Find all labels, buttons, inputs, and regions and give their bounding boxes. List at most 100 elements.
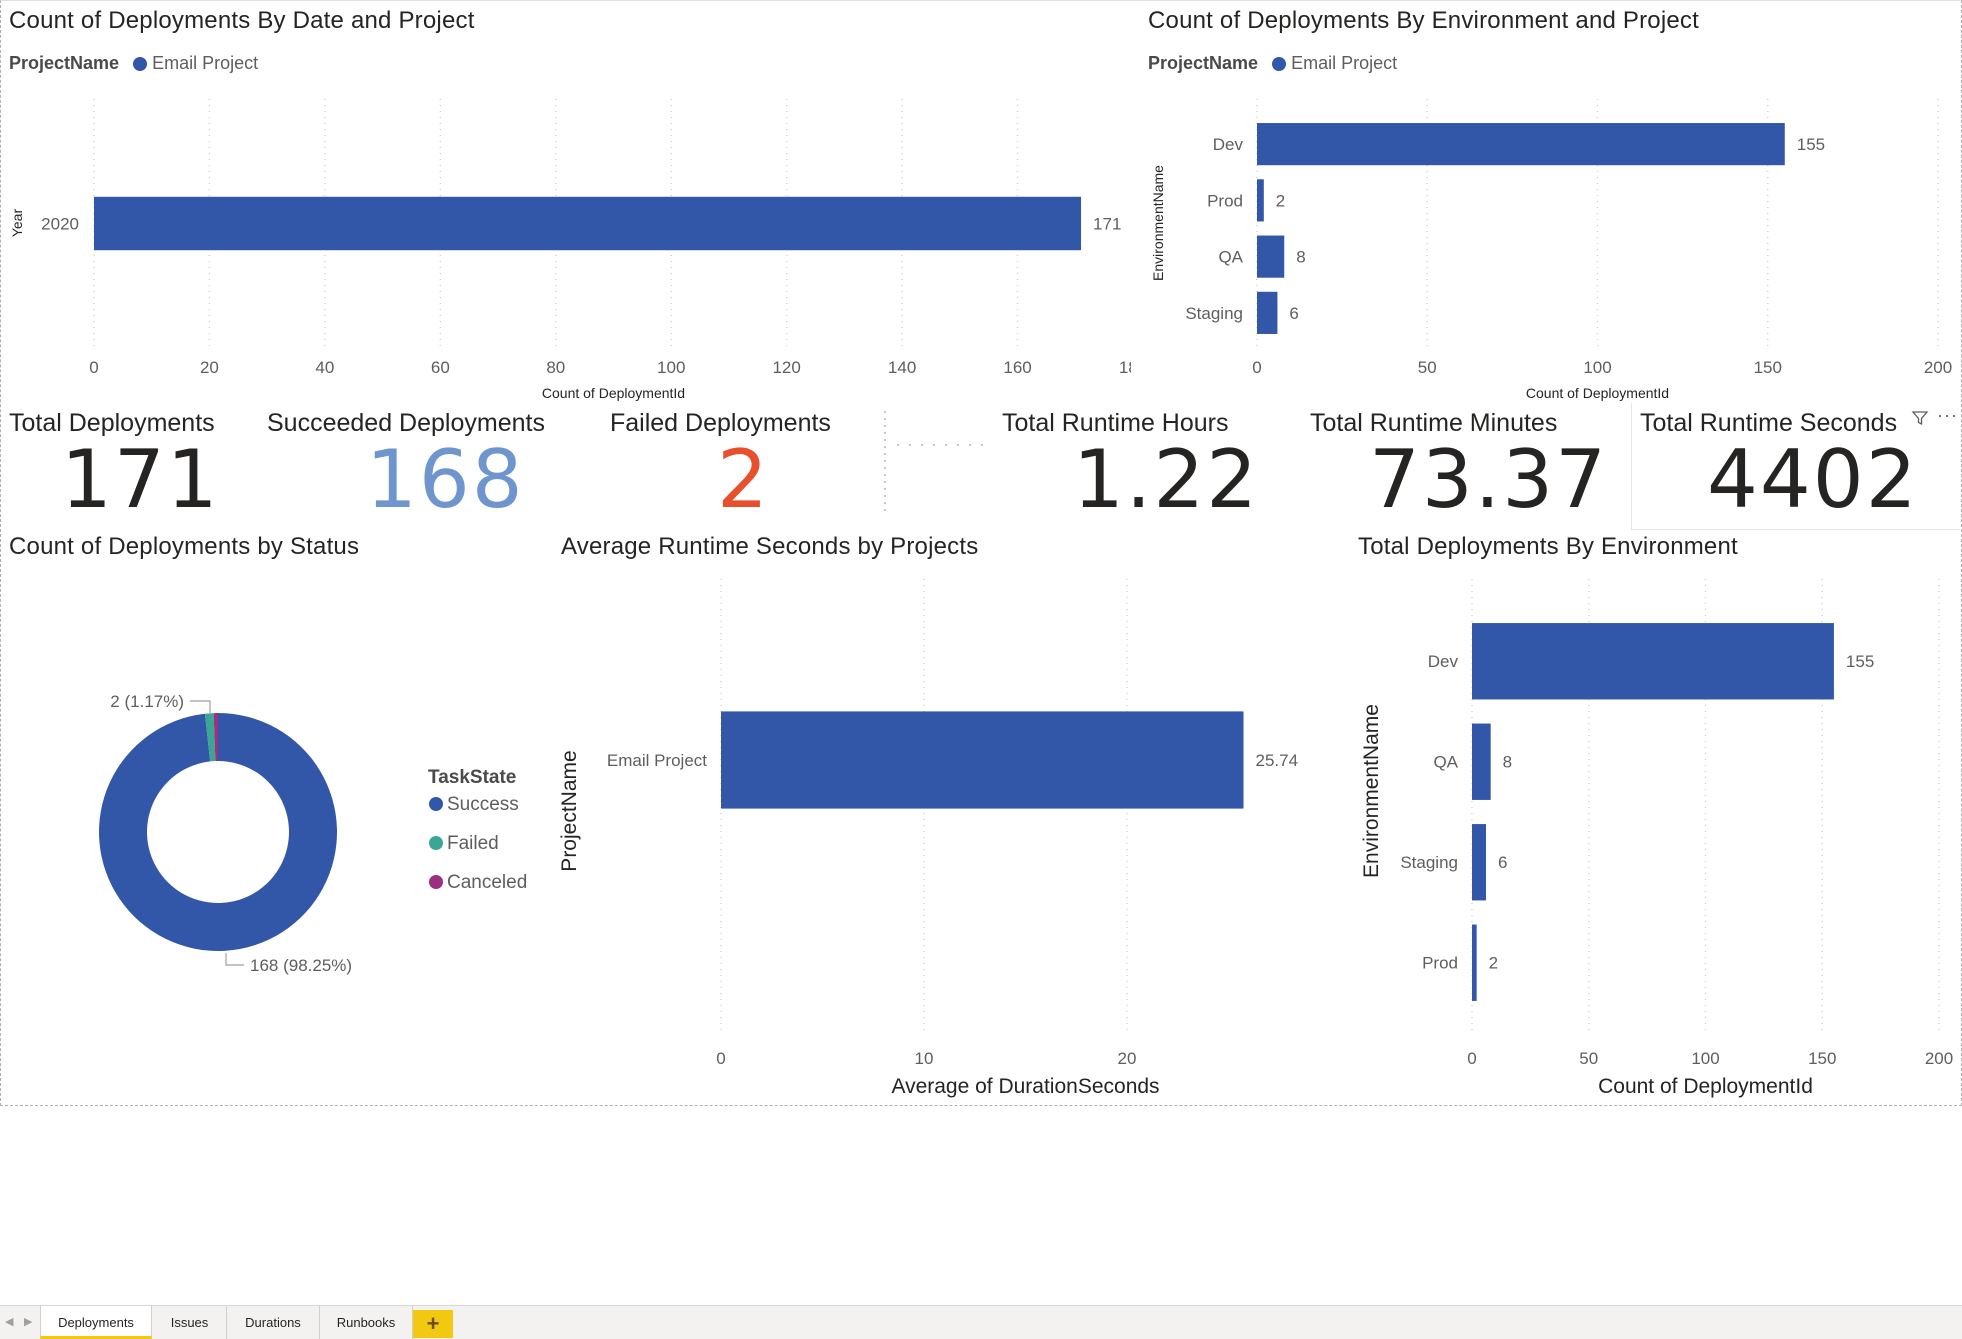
data-label: 2: [1276, 191, 1285, 210]
card-value-total-runtime-minutes: 73.37: [1369, 433, 1608, 526]
card-value-failed-deployments: 2: [717, 433, 770, 526]
tab-deployments[interactable]: Deployments: [40, 1306, 152, 1339]
x-tick-label: 120: [772, 358, 800, 377]
bar: [1472, 824, 1486, 900]
x-tick-label: 80: [546, 358, 565, 377]
category-label: Prod: [1207, 191, 1243, 210]
add-page-button[interactable]: +: [413, 1310, 453, 1338]
bar: [721, 711, 1244, 808]
x-tick-label: 200: [1925, 1049, 1953, 1068]
legend-item-email-project[interactable]: Email Project: [1291, 53, 1397, 74]
category-label: Dev: [1213, 135, 1244, 154]
scroll-right-icon[interactable]: ▶: [24, 1306, 32, 1339]
y-axis-title: ProjectName: [558, 750, 581, 871]
x-tick-label: 50: [1418, 358, 1437, 377]
legend-title: ProjectName: [9, 53, 119, 74]
chart-title-env-project: Count of Deployments By Environment and …: [1148, 7, 1699, 35]
x-tick-label: 50: [1579, 1049, 1598, 1068]
data-label: 25.74: [1256, 751, 1299, 770]
category-label: Staging: [1185, 304, 1243, 323]
x-axis-title: Average of DurationSeconds: [891, 1075, 1159, 1098]
donut-chart-status[interactable]: 2 (1.17%) 168 (98.25%) TaskState Success Fai…: [1, 571, 551, 991]
x-tick-label: 0: [89, 358, 98, 377]
leader-line: [226, 953, 244, 965]
x-tick-label: 20: [1118, 1049, 1137, 1068]
x-tick-label: 100: [1691, 1049, 1719, 1068]
data-label-success: 168 (98.25%): [250, 956, 352, 975]
x-tick-label: 140: [888, 358, 916, 377]
data-label-failed: 2 (1.17%): [110, 692, 184, 711]
x-tick-label: 100: [1583, 358, 1611, 377]
category-label: QA: [1218, 248, 1243, 267]
legend-item-canceled[interactable]: Canceled: [447, 872, 527, 893]
y-axis-title: EnvironmentName: [1360, 704, 1383, 878]
category-label: 2020: [41, 214, 79, 233]
x-axis-title: Count of DeploymentId: [1598, 1075, 1813, 1098]
leader-line: [190, 701, 210, 713]
bar-chart-total-env[interactable]: 050100150200Dev155QA8Staging6Prod2Count …: [1351, 571, 1961, 1106]
filter-icon[interactable]: [1911, 409, 1929, 432]
x-tick-label: 0: [716, 1049, 725, 1068]
card-value-total-runtime-hours: 1.22: [1073, 433, 1259, 526]
dotted-separator: [881, 401, 991, 521]
chart-title-total-env: Total Deployments By Environment: [1358, 533, 1738, 561]
legend-env-project: ProjectName Email Project: [1148, 53, 1397, 74]
category-label: Staging: [1400, 853, 1458, 872]
report-canvas: Count of Deployments By Date and Project…: [0, 0, 1962, 1106]
legend-item-success[interactable]: Success: [447, 794, 519, 815]
bar-chart-env-project[interactable]: 050100150200Dev155Prod2QA8Staging6Count …: [1141, 91, 1961, 406]
category-label: Email Project: [607, 751, 707, 770]
bar-chart-date-project[interactable]: 0204060801001201401601802020171Count of …: [1, 91, 1131, 406]
data-label: 6: [1289, 304, 1298, 323]
x-tick-label: 150: [1808, 1049, 1836, 1068]
chart-title-status: Count of Deployments by Status: [9, 533, 359, 561]
x-tick-label: 0: [1467, 1049, 1476, 1068]
legend-title: TaskState: [428, 767, 516, 788]
category-label: QA: [1433, 753, 1458, 772]
x-tick-label: 100: [657, 358, 685, 377]
page-tab-bar: ◀ ▶ Deployments Issues Durations Runbook…: [0, 1305, 1962, 1339]
scroll-left-icon[interactable]: ◀: [5, 1306, 13, 1339]
x-tick-label: 40: [315, 358, 334, 377]
x-tick-label: 10: [915, 1049, 934, 1068]
tab-issues[interactable]: Issues: [153, 1306, 227, 1339]
bar-chart-avg-runtime[interactable]: 0102030Email Project25.74Average of Dura…: [551, 571, 1321, 1106]
tab-runbooks[interactable]: Runbooks: [320, 1306, 413, 1339]
legend-item-email-project[interactable]: Email Project: [152, 53, 258, 74]
bar: [1257, 236, 1284, 278]
x-tick-label: 200: [1924, 358, 1952, 377]
data-label: 8: [1503, 753, 1512, 772]
legend-date-project: ProjectName Email Project: [9, 53, 258, 74]
y-axis-title: EnvironmentName: [1150, 165, 1166, 281]
x-tick-label: 60: [431, 358, 450, 377]
bar: [1472, 623, 1834, 699]
tab-durations[interactable]: Durations: [227, 1306, 320, 1339]
data-label: 2: [1489, 954, 1498, 973]
x-axis-title: Count of DeploymentId: [1526, 385, 1669, 401]
x-tick-label: 180: [1119, 358, 1131, 377]
data-label: 155: [1797, 135, 1825, 154]
category-label: Prod: [1422, 954, 1458, 973]
bar: [1257, 179, 1264, 221]
chart-title-avg-runtime: Average Runtime Seconds by Projects: [561, 533, 978, 561]
more-options-icon[interactable]: ···: [1937, 405, 1958, 426]
category-label: Dev: [1428, 652, 1459, 671]
legend-dot: [429, 797, 443, 811]
bar: [1472, 724, 1491, 800]
card-value-total-runtime-seconds: 4402: [1707, 433, 1919, 526]
data-label: 8: [1296, 248, 1305, 267]
data-label: 155: [1846, 652, 1874, 671]
card-value-succeeded-deployments: 168: [366, 433, 525, 526]
bar: [1257, 123, 1785, 165]
x-tick-label: 20: [200, 358, 219, 377]
bar: [1472, 925, 1477, 1001]
legend-item-failed[interactable]: Failed: [447, 833, 499, 854]
x-tick-label: 0: [1252, 358, 1261, 377]
x-tick-label: 160: [1003, 358, 1031, 377]
legend-dot: [429, 875, 443, 889]
legend-dot: [133, 57, 147, 71]
chart-title-date-project: Count of Deployments By Date and Project: [9, 7, 475, 35]
x-axis-title: Count of DeploymentId: [542, 385, 685, 401]
legend-dot: [429, 836, 443, 850]
y-axis-title: Year: [9, 209, 25, 238]
